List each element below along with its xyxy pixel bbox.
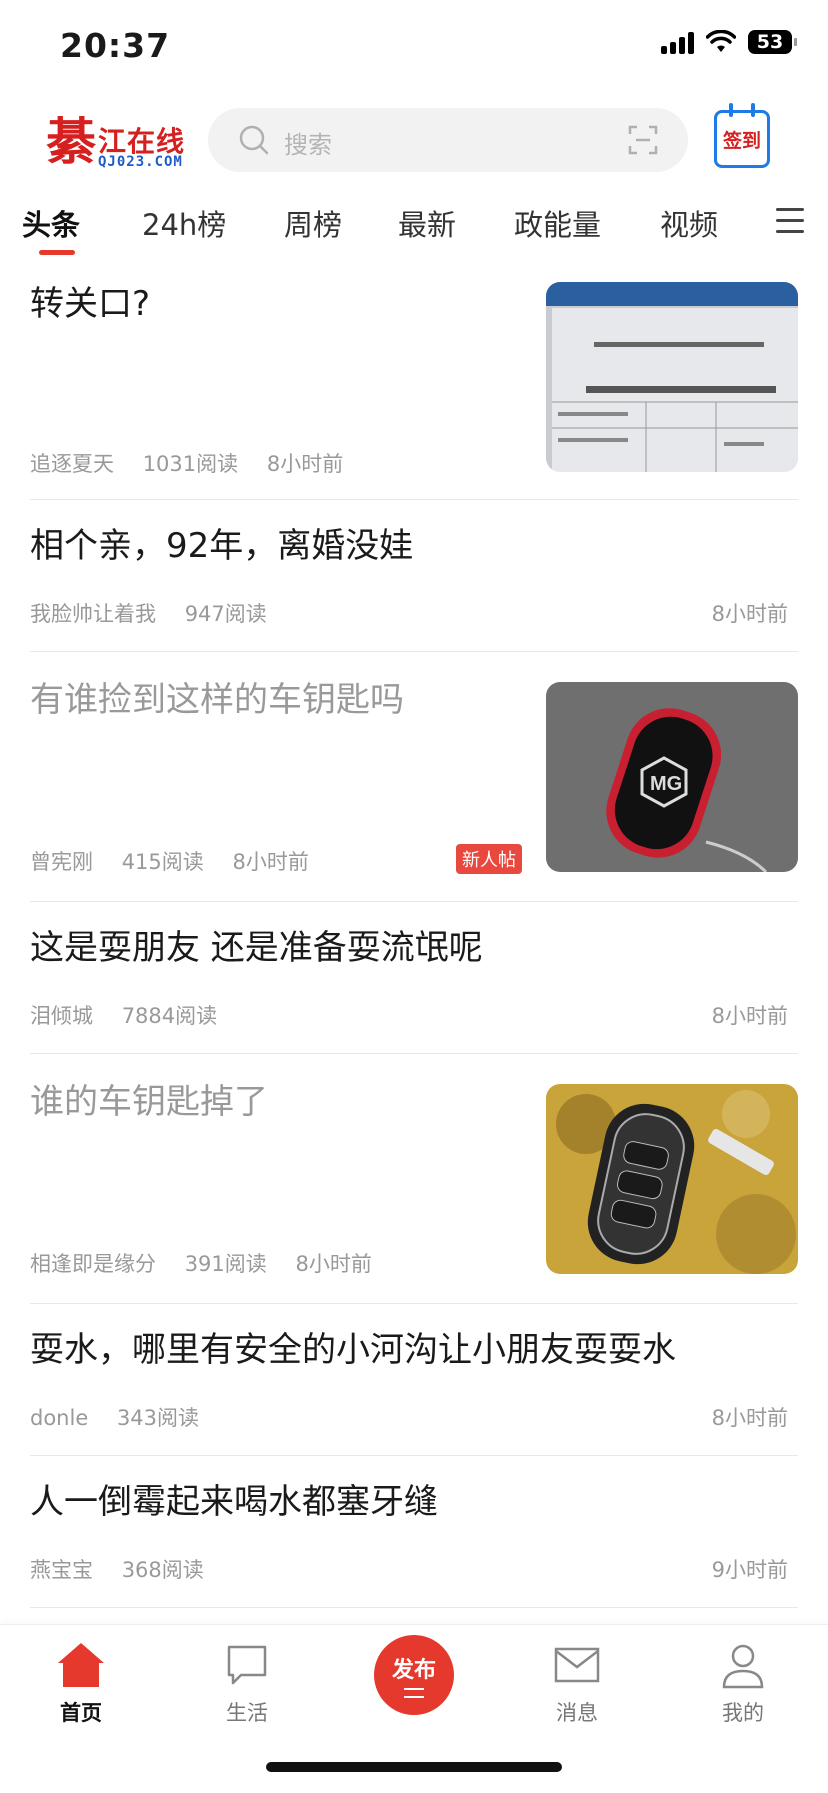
new-user-badge: 新人帖 — [456, 844, 522, 874]
post-author[interactable]: 曾宪刚 — [30, 850, 93, 874]
publish-lines-icon — [404, 1688, 424, 1698]
list-item[interactable]: 转关口? 追逐夏天 1031阅读 8小时前 — [30, 260, 798, 500]
nav-me-label: 我的 — [722, 1701, 764, 1725]
envelope-icon — [554, 1647, 600, 1683]
status-time: 20:37 — [60, 26, 171, 65]
app-logo: 綦 江在线 QJ023.COM — [46, 112, 194, 171]
car-key-photo-image: MG — [546, 682, 798, 872]
post-reads: 7884阅读 — [121, 1004, 218, 1028]
tab-headlines[interactable]: 头条 — [22, 202, 80, 244]
post-meta: 相逢即是缘分 391阅读 8小时前 — [30, 1248, 394, 1278]
post-time: 8小时前 — [711, 1004, 788, 1028]
post-author[interactable]: 相逢即是缘分 — [30, 1252, 156, 1276]
home-indicator[interactable] — [266, 1762, 562, 1772]
nav-life-label: 生活 — [226, 1701, 268, 1725]
status-bar: 20:37 53 — [0, 0, 828, 96]
publish-button[interactable]: 发布 — [374, 1635, 454, 1715]
post-title: 人一倒霉起来喝水都塞牙缝 — [30, 1482, 438, 1522]
post-time: 8小时前 — [295, 1252, 372, 1276]
document-photo-image — [546, 282, 798, 472]
post-title: 这是耍朋友 还是准备耍流氓呢 — [30, 928, 483, 968]
nav-messages-label: 消息 — [556, 1701, 598, 1725]
post-reads: 947阅读 — [184, 602, 267, 626]
logo-glyph: 綦 — [46, 112, 96, 171]
post-thumbnail[interactable]: MG — [546, 682, 798, 872]
post-reads: 343阅读 — [116, 1406, 200, 1430]
post-thumbnail[interactable] — [546, 282, 798, 472]
post-feed: 转关口? 追逐夏天 1031阅读 8小时前 相个亲，92年，离婚没娃 我脸帅让着… — [0, 260, 828, 1608]
post-meta: 泪倾城 7884阅读 — [30, 1000, 239, 1030]
post-title: 耍水，哪里有安全的小河沟让小朋友耍耍水 — [30, 1330, 676, 1370]
car-key-ground-photo-image — [546, 1084, 798, 1274]
post-time: 9小时前 — [711, 1558, 788, 1582]
post-meta: 追逐夏天 1031阅读 8小时前 — [30, 448, 365, 478]
menu-icon[interactable] — [776, 208, 804, 233]
post-meta: donle 343阅读 — [30, 1402, 221, 1432]
post-meta: 曾宪刚 415阅读 8小时前 — [30, 846, 331, 876]
post-time: 8小时前 — [711, 1406, 788, 1430]
post-title: 有谁捡到这样的车钥匙吗 — [30, 680, 404, 720]
post-time: 8小时前 — [711, 602, 788, 626]
chat-bubble-icon — [227, 1645, 267, 1685]
category-tabs: 头条 24h榜 周榜 最新 政能量 视频 — [0, 196, 828, 260]
post-title: 转关口? — [30, 284, 151, 324]
status-icons: 53 — [661, 30, 797, 54]
nav-life[interactable]: 生活 — [202, 1641, 292, 1731]
search-icon — [239, 125, 269, 155]
cellular-signal-icon — [661, 30, 694, 54]
post-thumbnail[interactable] — [546, 1084, 798, 1274]
post-title: 谁的车钥匙掉了 — [30, 1082, 268, 1122]
battery-icon: 53 — [748, 30, 797, 54]
post-author[interactable]: donle — [30, 1406, 88, 1430]
post-meta: 我脸帅让着我 947阅读 — [30, 598, 289, 628]
list-item[interactable]: 人一倒霉起来喝水都塞牙缝 燕宝宝 368阅读 9小时前 — [30, 1456, 798, 1608]
svg-text:MG: MG — [650, 773, 682, 795]
post-title: 相个亲，92年，离婚没娃 — [30, 526, 414, 566]
post-reads: 391阅读 — [184, 1252, 267, 1276]
tab-24h[interactable]: 24h榜 — [142, 202, 226, 244]
user-icon — [722, 1644, 764, 1689]
nav-home-label: 首页 — [60, 1701, 102, 1725]
post-author[interactable]: 我脸帅让着我 — [30, 602, 156, 626]
list-item[interactable]: 这是耍朋友 还是准备耍流氓呢 泪倾城 7884阅读 8小时前 — [30, 902, 798, 1054]
nav-messages[interactable]: 消息 — [532, 1641, 622, 1731]
post-reads: 415阅读 — [121, 850, 204, 874]
post-reads: 368阅读 — [121, 1558, 204, 1582]
logo-domain: QJ023.COM — [98, 154, 183, 170]
home-icon — [58, 1643, 104, 1687]
post-author[interactable]: 追逐夏天 — [30, 452, 114, 476]
publish-label: 发布 — [391, 1658, 436, 1683]
post-time: 8小时前 — [266, 452, 344, 476]
post-author[interactable]: 泪倾城 — [30, 1004, 93, 1028]
post-time: 8小时前 — [232, 850, 309, 874]
wifi-icon — [706, 30, 736, 52]
tab-weekly[interactable]: 周榜 — [284, 202, 342, 244]
search-bar[interactable]: 搜索 — [208, 108, 688, 172]
active-tab-indicator — [39, 250, 75, 255]
scan-icon[interactable] — [628, 125, 658, 155]
checkin-button[interactable]: 签到 — [714, 103, 770, 168]
tab-latest[interactable]: 最新 — [398, 202, 456, 244]
nav-me[interactable]: 我的 — [698, 1641, 788, 1731]
search-placeholder: 搜索 — [284, 131, 332, 159]
post-meta: 燕宝宝 368阅读 — [30, 1554, 226, 1584]
post-reads: 1031阅读 — [142, 452, 239, 476]
list-item[interactable]: 有谁捡到这样的车钥匙吗 曾宪刚 415阅读 8小时前 新人帖 MG — [30, 652, 798, 902]
list-item[interactable]: 谁的车钥匙掉了 相逢即是缘分 391阅读 8小时前 — [30, 1054, 798, 1304]
app-header: 綦 江在线 QJ023.COM 搜索 签到 — [0, 100, 828, 180]
list-item[interactable]: 相个亲，92年，离婚没娃 我脸帅让着我 947阅读 8小时前 — [30, 500, 798, 652]
tab-video[interactable]: 视频 — [660, 202, 718, 244]
list-item[interactable]: 耍水，哪里有安全的小河沟让小朋友耍耍水 donle 343阅读 8小时前 — [30, 1304, 798, 1456]
nav-home[interactable]: 首页 — [36, 1641, 126, 1731]
tab-positive-energy[interactable]: 政能量 — [514, 202, 601, 244]
post-author[interactable]: 燕宝宝 — [30, 1558, 93, 1582]
